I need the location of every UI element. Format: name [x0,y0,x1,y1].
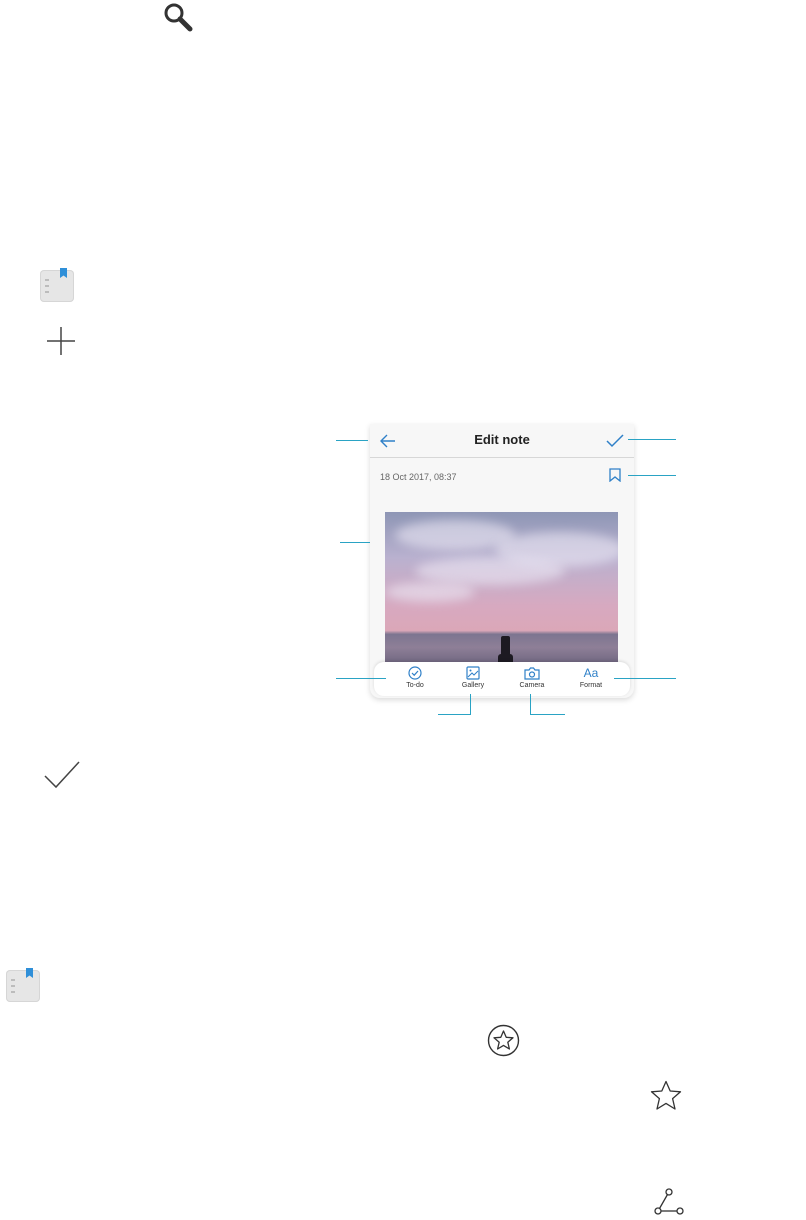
edit-note-title: Edit note [474,432,530,447]
camera-icon [524,667,540,680]
callout-line-save [628,439,676,440]
format-button[interactable]: Aa Format [566,666,616,689]
todo-button[interactable]: To-do [390,666,440,689]
note-date: 18 Oct 2017, 08:37 [380,472,457,482]
callout-line-gallery-v [470,694,471,715]
search-icon [162,2,194,32]
callout-line-format [614,678,676,679]
star-circle-icon [487,1024,520,1057]
gallery-icon [466,666,480,680]
plus-icon [46,326,76,356]
note-photo [385,512,618,664]
format-label: Format [579,682,603,689]
save-check-icon[interactable] [606,434,624,448]
star-icon [650,1080,682,1111]
share-icon [654,1188,684,1216]
todo-icon [408,666,422,680]
callout-line-camera-h [530,714,565,715]
callout-line-content [340,542,370,543]
callout-line-bookmark [628,475,676,476]
todo-label: To-do [406,682,424,689]
gallery-button[interactable]: Gallery [448,666,498,689]
notepad-app-icon [40,268,74,302]
edit-note-screenshot: Edit note 18 Oct 2017, 08:37 To-do Galle… [370,424,634,698]
callout-line-gallery-h [438,714,471,715]
camera-label: Camera [519,682,545,689]
callout-line-camera-v [530,694,531,715]
format-icon: Aa [583,666,599,680]
header-divider [370,457,634,458]
callout-line-back [336,440,368,441]
bookmark-icon[interactable] [609,468,621,482]
note-toolbar: To-do Gallery Camera Aa Format [374,662,630,696]
camera-button[interactable]: Camera [507,666,557,689]
callout-line-todo [336,678,386,679]
check-icon [43,760,81,790]
gallery-label: Gallery [461,682,485,689]
notepad-app-icon [6,968,40,1002]
